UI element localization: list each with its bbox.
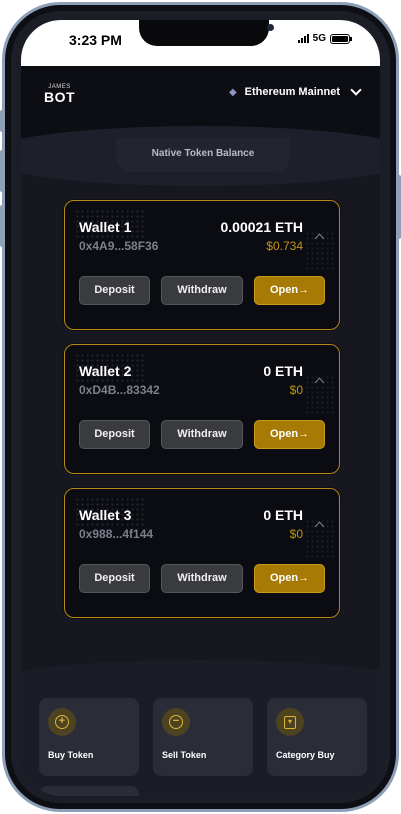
plus-circle-icon: + bbox=[48, 708, 76, 736]
wallet-usd-value: $0.734 bbox=[266, 239, 303, 253]
tile-label: Sell Token bbox=[162, 750, 207, 760]
logo[interactable]: JAMES BOT bbox=[44, 84, 75, 104]
wallet-name: Wallet 2 bbox=[79, 363, 132, 379]
tile-label: Buy Token bbox=[48, 750, 94, 760]
minus-circle-icon: − bbox=[162, 708, 190, 736]
deposit-button[interactable]: Deposit bbox=[79, 420, 150, 449]
next-tile-peek[interactable] bbox=[39, 786, 139, 796]
withdraw-button[interactable]: Withdraw bbox=[161, 564, 243, 593]
wallet-balance: 0 ETH bbox=[263, 363, 303, 379]
wallet-actions: Deposit Withdraw Open→ bbox=[79, 564, 325, 593]
wallet-usd-value: $0 bbox=[289, 527, 303, 541]
wallet-address: 0x988...4f144 bbox=[79, 527, 154, 541]
open-button[interactable]: Open→ bbox=[254, 564, 325, 593]
wallet-card-1: Wallet 1 0x4A9...58F36 0.00021 ETH $0.73… bbox=[64, 200, 340, 330]
side-button-volume-down bbox=[0, 205, 4, 247]
status-icons: 5G bbox=[297, 33, 352, 44]
side-button-power bbox=[397, 175, 401, 239]
camera-icon bbox=[267, 24, 274, 31]
wallet-balance: 0.00021 ETH bbox=[220, 219, 304, 235]
wallet-name: Wallet 1 bbox=[79, 219, 132, 235]
chevron-up-icon[interactable] bbox=[314, 521, 325, 532]
logo-main: BOT bbox=[44, 89, 76, 105]
wallet-actions: Deposit Withdraw Open→ bbox=[79, 420, 325, 449]
wallet-usd-value: $0 bbox=[289, 383, 303, 397]
signal-icon bbox=[297, 34, 309, 43]
deposit-button[interactable]: Deposit bbox=[79, 276, 150, 305]
buy-token-tile[interactable]: + Buy Token bbox=[39, 698, 139, 776]
status-time: 3:23 PM bbox=[69, 32, 122, 48]
tile-label: Category Buy bbox=[276, 750, 335, 760]
wallet-address: 0x4A9...58F36 bbox=[79, 239, 159, 253]
chevron-up-icon[interactable] bbox=[314, 377, 325, 388]
screen: 3:23 PM 5G JAMES BOT ◆ Ethereum Mainnet … bbox=[21, 20, 380, 796]
side-button-mute bbox=[0, 110, 4, 132]
chevron-down-icon bbox=[350, 84, 362, 96]
battery-icon bbox=[330, 33, 352, 44]
ethereum-icon: ◆ bbox=[228, 86, 237, 98]
side-button-volume-up bbox=[0, 150, 4, 192]
open-button[interactable]: Open→ bbox=[254, 420, 325, 449]
wallet-address: 0xD4B...83342 bbox=[79, 383, 160, 397]
withdraw-button[interactable]: Withdraw bbox=[161, 420, 243, 449]
status-bar: 3:23 PM 5G bbox=[21, 20, 380, 66]
wallet-name: Wallet 3 bbox=[79, 507, 132, 523]
bag-icon: ▾ bbox=[276, 708, 304, 736]
network-type: 5G bbox=[312, 33, 326, 44]
deposit-button[interactable]: Deposit bbox=[79, 564, 150, 593]
wallet-actions: Deposit Withdraw Open→ bbox=[79, 276, 325, 305]
withdraw-button[interactable]: Withdraw bbox=[161, 276, 243, 305]
native-token-balance-tab[interactable]: Native Token Balance bbox=[116, 138, 290, 172]
network-name: Ethereum Mainnet bbox=[244, 86, 340, 98]
network-selector[interactable]: ◆ Ethereum Mainnet bbox=[228, 84, 362, 98]
wallet-card-2: Wallet 2 0xD4B...83342 0 ETH $0 Deposit … bbox=[64, 344, 340, 474]
wallet-balance: 0 ETH bbox=[263, 507, 303, 523]
chevron-up-icon[interactable] bbox=[314, 233, 325, 244]
bottom-panel: + Buy Token − Sell Token ▾ Category Buy bbox=[21, 680, 380, 796]
notch bbox=[139, 20, 274, 46]
open-button[interactable]: Open→ bbox=[254, 276, 325, 305]
category-buy-tile[interactable]: ▾ Category Buy bbox=[267, 698, 367, 776]
app: JAMES BOT ◆ Ethereum Mainnet Native Toke… bbox=[21, 66, 380, 796]
sell-token-tile[interactable]: − Sell Token bbox=[153, 698, 253, 776]
wallet-card-3: Wallet 3 0x988...4f144 0 ETH $0 Deposit … bbox=[64, 488, 340, 618]
